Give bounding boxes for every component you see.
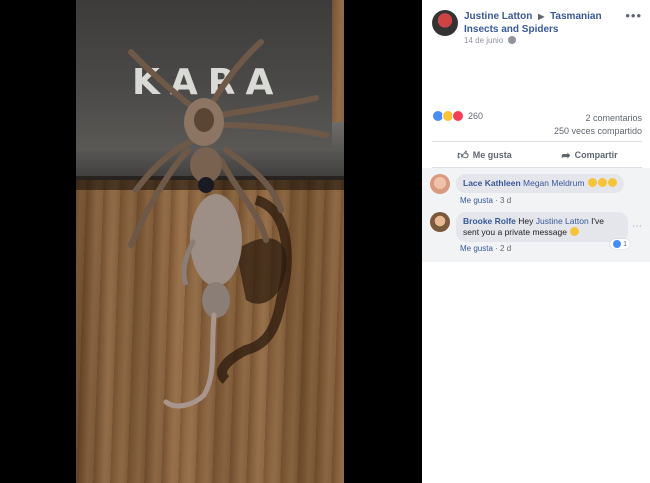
comment-meta: Me gusta · 3 d — [460, 196, 512, 205]
more-options-icon[interactable]: ••• — [625, 8, 642, 23]
comment: Brooke Rolfe Hey Justine Latton I've sen… — [430, 212, 642, 258]
comment-bubble: Brooke Rolfe Hey Justine Latton I've sen… — [456, 212, 628, 242]
post-header: Justine Latton ▶ Tasmanian Insects and S… — [464, 10, 634, 36]
engagement-counts: 2 comentarios 250 veces compartido — [554, 112, 642, 138]
love-reaction-icon — [452, 110, 464, 122]
shares-count[interactable]: 250 veces compartido — [554, 125, 642, 138]
comment-reaction-count: 1 — [623, 240, 627, 248]
comment-tag[interactable]: Megan Meldrum — [523, 178, 584, 188]
globe-icon — [508, 36, 517, 44]
post-panel: Justine Latton ▶ Tasmanian Insects and S… — [422, 0, 650, 483]
like-button[interactable]: 👍︎ Me gusta — [432, 144, 537, 166]
commenter-name[interactable]: Lace Kathleen — [463, 178, 521, 188]
share-arrow-icon: ➦ — [561, 149, 571, 162]
commenter-avatar[interactable] — [430, 174, 450, 194]
arrow-right-icon: ▶ — [538, 12, 545, 21]
comment-time[interactable]: 3 d — [500, 196, 511, 205]
spider-and-mouse-image — [128, 39, 329, 409]
post-date-row: 14 de junio — [464, 36, 517, 45]
photo-viewer[interactable]: KARA — [0, 0, 422, 483]
comment-like-link[interactable]: Me gusta — [460, 196, 493, 205]
smile-emoji-icon — [570, 227, 580, 236]
post-date[interactable]: 14 de junio — [464, 36, 503, 45]
grin-emoji-icon — [587, 178, 597, 187]
commenter-name[interactable]: Brooke Rolfe — [463, 216, 516, 226]
like-reaction-icon — [613, 240, 622, 248]
comment: Lace Kathleen Megan Meldrum Me gusta · 3… — [430, 174, 642, 210]
share-button-label: Compartir — [574, 150, 618, 160]
reaction-summary[interactable]: 260 — [432, 110, 483, 122]
comment-meta: Me gusta · 2 d — [460, 244, 512, 253]
share-button[interactable]: ➦ Compartir — [537, 144, 642, 166]
comment-time[interactable]: 2 d — [500, 244, 511, 253]
thumbs-up-icon: 👍︎ — [457, 149, 469, 162]
comment-bubble: Lace Kathleen Megan Meldrum — [456, 174, 624, 193]
grin-emoji-icon — [597, 178, 607, 187]
comment-reaction-badge[interactable]: 1 — [610, 239, 630, 249]
post-photo[interactable]: KARA — [76, 0, 344, 483]
reaction-count: 260 — [468, 111, 484, 121]
comment-text-before: Hey — [518, 216, 536, 226]
comment-more-icon[interactable]: ⋯ — [632, 221, 642, 232]
like-button-label: Me gusta — [472, 150, 512, 160]
author-name[interactable]: Justine Latton — [464, 11, 532, 22]
comments-section: Lace Kathleen Megan Meldrum Me gusta · 3… — [422, 168, 650, 262]
comment-like-link[interactable]: Me gusta — [460, 244, 493, 253]
commenter-avatar[interactable] — [430, 212, 450, 232]
comment-tag[interactable]: Justine Latton — [536, 216, 589, 226]
divider — [432, 141, 642, 142]
author-avatar[interactable] — [432, 10, 458, 36]
grin-emoji-icon — [607, 178, 617, 187]
post-actions: 👍︎ Me gusta ➦ Compartir — [432, 144, 642, 166]
comments-count[interactable]: 2 comentarios — [554, 112, 642, 125]
